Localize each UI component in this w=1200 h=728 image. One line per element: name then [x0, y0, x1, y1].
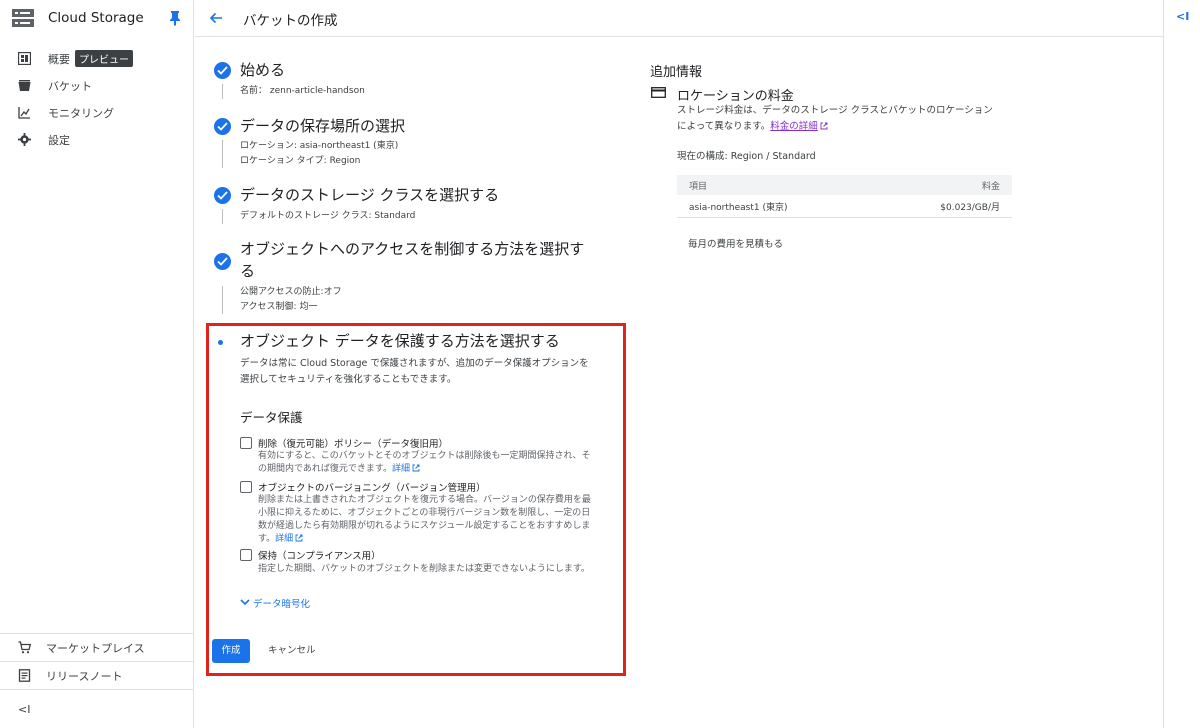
check-circle-icon: [214, 253, 231, 270]
soft-delete-label[interactable]: 削除（復元可能）ポリシー（データ復旧用）: [258, 436, 448, 450]
storage-logo-icon: [12, 9, 34, 27]
sidebar-item-label: モニタリング: [48, 107, 114, 120]
retention-desc: 指定した期間、バケットのオブジェクトを削除または変更できないようにします。: [258, 564, 590, 574]
column-header: 料金: [981, 182, 1000, 192]
column-header: 項目: [689, 182, 708, 192]
versioning-desc-line: す。: [258, 534, 276, 544]
step-detail: アクセス制御: 均一: [240, 302, 318, 312]
check-circle-icon: [214, 62, 231, 79]
preview-badge: プレビュー: [75, 50, 133, 67]
learn-more-link[interactable]: 詳細: [275, 534, 293, 544]
active-step-dot: [218, 340, 223, 345]
external-link-icon: [412, 464, 420, 472]
right-panel-edge: <I: [1163, 0, 1200, 728]
step-detail: デフォルトのストレージ クラス: Standard: [240, 211, 416, 221]
external-link-icon: [820, 122, 828, 130]
sidebar-item-settings[interactable]: 設定: [0, 127, 194, 154]
protect-desc: データは常に Cloud Storage で保護されますが、追加のデータ保護オプ…: [240, 358, 589, 369]
collapse-sidebar-button[interactable]: <I: [18, 703, 30, 716]
step-title[interactable]: 始める: [240, 60, 285, 80]
bucket-icon: [18, 80, 31, 91]
expand-panel-button[interactable]: <I: [1176, 10, 1189, 23]
brand-header: Cloud Storage: [0, 0, 194, 38]
table-header: 項目 料金: [677, 175, 1012, 195]
location-pricing-desc: ストレージ料金は、データのストレージ クラスとバケットのロケーション によって異…: [677, 103, 1017, 135]
sidebar-item-overview[interactable]: 概要 プレビュー: [0, 46, 194, 73]
sidebar: Cloud Storage 概要 プレビュー バケット モニタリング 設定 マー…: [0, 0, 194, 728]
product-title: Cloud Storage: [48, 10, 144, 26]
versioning-desc: 小限に抑えるために、オブジェクトごとの非現行バージョン数を制限し、一定の日: [258, 508, 591, 518]
sidebar-item-label: 概要: [48, 53, 70, 66]
cancel-button[interactable]: キャンセル: [264, 639, 320, 663]
chevron-down-icon: [240, 599, 250, 606]
versioning-desc: 削除または上書きされたオブジェクトを復元する場合。バージョンの保存費用を最: [258, 495, 591, 505]
page-header: バケットの作成: [195, 0, 1163, 37]
sidebar-item-buckets[interactable]: バケット: [0, 73, 194, 100]
retention-checkbox[interactable]: [240, 549, 252, 561]
step-connector: [222, 140, 223, 168]
info-heading: 追加情報: [650, 65, 703, 80]
versioning-checkbox[interactable]: [240, 481, 252, 493]
table-cell: asia-northeast1 (東京): [689, 203, 788, 213]
sidebar-item-label: バケット: [48, 80, 92, 93]
location-pricing-desc-line: によって異なります。: [677, 121, 771, 132]
location-pricing-heading: ロケーションの料金: [677, 89, 794, 104]
sidebar-item-monitoring[interactable]: モニタリング: [0, 100, 194, 127]
pin-icon[interactable]: [168, 10, 182, 26]
step-title-wrap: る: [240, 262, 256, 280]
location-pricing-desc-line: ストレージ料金は、データのストレージ クラスとバケットのロケーション: [677, 105, 993, 116]
learn-more-link[interactable]: 詳細: [392, 464, 410, 474]
sidebar-nav: 概要 プレビュー バケット モニタリング 設定: [0, 46, 194, 154]
external-link-icon: [295, 534, 303, 542]
create-button[interactable]: 作成: [212, 639, 250, 663]
versioning-label[interactable]: オブジェクトのバージョニング（バージョン管理用）: [258, 480, 486, 494]
credit-card-icon: [651, 87, 666, 98]
table-cell: $0.023/GB/月: [940, 203, 1000, 213]
soft-delete-checkbox[interactable]: [240, 437, 252, 449]
encryption-expander-label: データ暗号化: [253, 599, 311, 610]
sidebar-item-label: 設定: [48, 134, 70, 147]
estimate-cost-link[interactable]: 毎月の費用を見積もる: [688, 236, 783, 250]
notes-icon: [18, 669, 31, 682]
protect-desc: 選択してセキュリティを強化することもできます。: [240, 374, 457, 385]
check-circle-icon: [214, 187, 231, 204]
page-title: バケットの作成: [243, 13, 338, 29]
table-row: asia-northeast1 (東京) $0.023/GB/月: [677, 195, 1012, 218]
step-connector: [222, 286, 223, 314]
encryption-expander[interactable]: データ暗号化: [240, 596, 310, 610]
gear-icon: [18, 133, 31, 146]
step-title[interactable]: オブジェクトへのアクセスを制御する方法を選択す: [240, 239, 584, 259]
step-title-active: オブジェクト データを保護する方法を選択する: [240, 332, 560, 350]
arrow-back-icon[interactable]: [208, 10, 224, 26]
step-connector: [222, 209, 223, 224]
cart-icon: [18, 641, 31, 654]
step-detail: ロケーション タイプ: Region: [240, 156, 361, 166]
dashboard-icon: [18, 52, 31, 65]
soft-delete-desc-line: の期間内であれば復元できます。: [258, 464, 393, 474]
sidebar-item-marketplace[interactable]: マーケットプレイス: [0, 633, 194, 661]
current-config: 現在の構成: Region / Standard: [677, 151, 816, 162]
chart-icon: [18, 107, 30, 119]
versioning-desc: 数が経過したら有効期限が切れるようにスケジュール設定することをおすすめしま: [258, 521, 591, 531]
step-detail: 名前： zenn-article-handson: [240, 86, 365, 96]
sidebar-item-label: マーケットプレイス: [46, 642, 145, 655]
step-title[interactable]: データの保存場所の選択: [240, 116, 405, 136]
soft-delete-desc: の期間内であれば復元できます。詳細: [258, 463, 420, 477]
pricing-details-link[interactable]: 料金の詳細: [770, 121, 818, 132]
section-heading: データ保護: [240, 410, 303, 425]
check-circle-icon: [214, 118, 231, 135]
step-connector: [222, 84, 223, 99]
retention-label[interactable]: 保持（コンプライアンス用）: [258, 548, 381, 562]
sidebar-item-release-notes[interactable]: リリースノート: [0, 661, 194, 689]
sidebar-item-label: リリースノート: [46, 670, 123, 683]
soft-delete-desc: 有効にすると、このバケットとそのオブジェクトは削除後も一定期間保持され、そ: [258, 451, 591, 461]
versioning-desc: す。詳細: [258, 533, 303, 547]
step-title[interactable]: データのストレージ クラスを選択する: [240, 185, 499, 205]
pricing-table: 項目 料金 asia-northeast1 (東京) $0.023/GB/月: [677, 175, 1012, 218]
